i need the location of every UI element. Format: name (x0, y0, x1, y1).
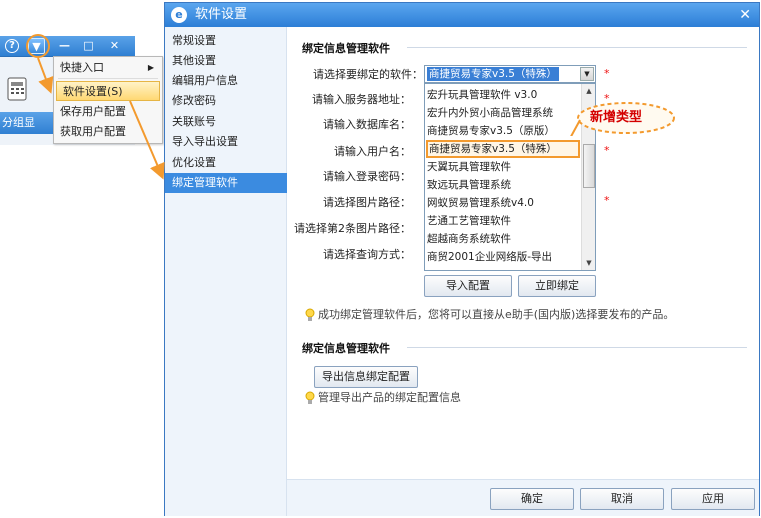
lightbulb-icon (305, 391, 315, 404)
export-bind-config-button[interactable]: 导出信息绑定配置 (314, 366, 418, 388)
dialog-title: 软件设置 (195, 7, 248, 22)
nav-item-optimize[interactable]: 优化设置 (165, 153, 287, 173)
dialog-footer: 确定 取消 应用 (287, 479, 759, 516)
required-mark: * (604, 144, 610, 157)
settings-nav: 常规设置 其他设置 编辑用户信息 修改密码 关联账号 导入导出设置 优化设置 绑… (165, 27, 287, 516)
nav-item-import-export[interactable]: 导入导出设置 (165, 132, 287, 152)
ok-button[interactable]: 确定 (490, 488, 574, 510)
section-divider (407, 347, 747, 348)
menu-item-save-user-config[interactable]: 保存用户配置 (54, 102, 162, 122)
new-type-callout-text: 新增类型 (590, 110, 643, 125)
annotation-circle (26, 34, 50, 58)
label-software: 请选择要绑定的软件： (313, 68, 423, 81)
settings-content: 绑定信息管理软件 请选择要绑定的软件： 请输入服务器地址： 请输入数据库名： 请… (287, 27, 759, 516)
label-database: 请输入数据库名： (323, 118, 411, 131)
label-query-method: 请选择查询方式： (323, 248, 411, 261)
list-item[interactable]: 商贸2001企业网络版-导出 (427, 248, 577, 266)
label-image-path: 请选择图片路径： (323, 196, 411, 209)
list-item[interactable]: 宏升内外贸小商品管理系统 (427, 104, 577, 122)
import-config-button[interactable]: 导入配置 (424, 275, 512, 297)
dialog-titlebar: e 软件设置 ✕ (165, 3, 759, 27)
nav-item-other[interactable]: 其他设置 (165, 51, 287, 71)
export-tip-text: 管理导出产品的绑定配置信息 (318, 391, 461, 404)
list-item[interactable]: 网蚁贸易管理系统v4.0 (427, 194, 577, 212)
main-dropdown-menu: 快捷入口 ▶ 软件设置(S) 保存用户配置 获取用户配置 (53, 56, 163, 144)
cancel-button[interactable]: 取消 (580, 488, 664, 510)
label-username: 请输入用户名： (334, 145, 411, 158)
section-title-bind: 绑定信息管理软件 (302, 42, 390, 55)
menu-item-label: 保存用户配置 (60, 105, 126, 118)
group-display-tab[interactable]: 分组显 (0, 112, 55, 134)
list-item[interactable]: 天翼玩具管理软件 (427, 158, 577, 176)
scroll-down-icon[interactable]: ▼ (583, 257, 595, 269)
list-item[interactable]: 宏升玩具管理软件 v3.0 (427, 86, 577, 104)
mini-window-titlebar: ? ▼ — □ ✕ (0, 36, 135, 57)
submenu-arrow-icon: ▶ (147, 63, 154, 72)
maximize-icon[interactable]: □ (80, 38, 97, 54)
menu-item-software-settings[interactable]: 软件设置(S) (56, 81, 160, 101)
software-settings-dialog: e 软件设置 ✕ 常规设置 其他设置 编辑用户信息 修改密码 关联账号 导入导出… (164, 2, 760, 516)
scroll-up-icon[interactable]: ▲ (583, 85, 595, 97)
software-select-value: 商捷贸易专家v3.5（特殊） (427, 67, 559, 81)
help-icon[interactable]: ? (5, 39, 19, 53)
software-select[interactable]: 商捷贸易专家v3.5（特殊） ▼ (424, 65, 596, 83)
lightbulb-icon (305, 308, 315, 321)
minimize-icon[interactable]: — (56, 38, 73, 54)
chevron-down-icon[interactable]: ▼ (580, 67, 594, 81)
menu-separator (58, 78, 158, 79)
section-divider (407, 47, 747, 48)
menu-item-label: 快捷入口 (60, 61, 104, 74)
nav-item-edit-user-info[interactable]: 编辑用户信息 (165, 71, 287, 91)
menu-item-label: 获取用户配置 (60, 125, 126, 138)
list-item[interactable]: 超越商务系统软件 (427, 230, 577, 248)
list-item[interactable]: 致远玩具管理系统 (427, 176, 577, 194)
list-item[interactable]: 商捷贸易专家v3.5（原版） (427, 122, 577, 140)
apply-button[interactable]: 应用 (671, 488, 755, 510)
menu-item-label: 软件设置(S) (63, 85, 123, 98)
app-logo-icon: e (171, 7, 187, 23)
list-item-highlighted[interactable]: 商捷贸易专家v3.5（特殊） (426, 140, 580, 158)
menu-item-get-user-config[interactable]: 获取用户配置 (54, 122, 162, 142)
nav-item-bind-software[interactable]: 绑定管理软件 (165, 173, 287, 193)
section-title-export: 绑定信息管理软件 (302, 342, 390, 355)
nav-item-change-password[interactable]: 修改密码 (165, 91, 287, 111)
menu-item-shortcut[interactable]: 快捷入口 ▶ (54, 58, 162, 78)
close-icon[interactable]: ✕ (106, 38, 123, 54)
label-password: 请输入登录密码： (323, 170, 411, 183)
nav-item-general[interactable]: 常规设置 (165, 31, 287, 51)
scroll-thumb[interactable] (583, 144, 595, 188)
label-server: 请输入服务器地址： (312, 93, 411, 106)
nav-item-linked-accounts[interactable]: 关联账号 (165, 112, 287, 132)
phone-icon (7, 77, 27, 101)
list-item[interactable]: 艺通工艺管理软件 (427, 212, 577, 230)
dialog-close-icon[interactable]: ✕ (739, 5, 751, 25)
bind-tip-text: 成功绑定管理软件后，您将可以直接从e助手(国内版)选择要发布的产品。 (318, 308, 675, 321)
required-mark: * (604, 194, 610, 207)
bind-now-button[interactable]: 立即绑定 (518, 275, 596, 297)
label-image-path-2: 请选择第2条图片路径： (294, 222, 411, 235)
required-mark: * (604, 67, 610, 80)
